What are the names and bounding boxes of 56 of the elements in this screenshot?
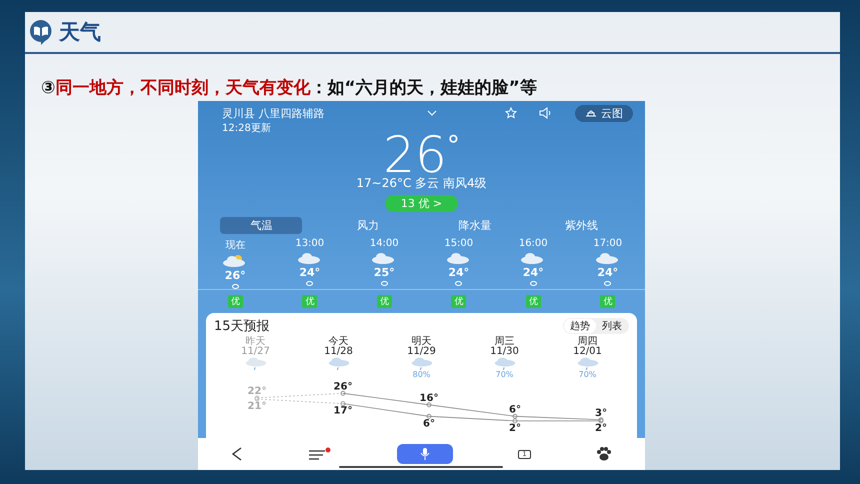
- day-label: 今天: [328, 337, 348, 347]
- high-temperature: 6°: [509, 404, 521, 416]
- hour-label: 现在: [225, 239, 246, 252]
- air-quality-tag: 优: [302, 295, 318, 308]
- high-temperature: 22°: [248, 386, 266, 397]
- cloud-map-button[interactable]: 云图: [575, 104, 633, 122]
- low-temperature: 21°: [248, 401, 266, 412]
- statement-text: ③同一地方，不同时刻，天气有变化：如“六月的天，娃娃的脸”等: [41, 77, 538, 99]
- date-label: 11/30: [490, 347, 519, 357]
- slide-title: 天气: [59, 19, 101, 46]
- date-label: 11/28: [324, 347, 353, 357]
- hour-temperature: 26°: [224, 269, 246, 282]
- rain-chance: 70%: [578, 371, 596, 379]
- forecast-title: 15天预报: [214, 318, 270, 335]
- hour-temperature: 24°: [299, 266, 320, 279]
- air-quality-tag: 优: [451, 295, 466, 308]
- rain-chance: 70%: [496, 371, 514, 379]
- current-temperature: 26: [383, 133, 447, 173]
- degree-sign: °: [446, 133, 460, 163]
- hour-label: 14:00: [370, 238, 399, 249]
- chart-tab[interactable]: 风力: [327, 217, 410, 234]
- view-option[interactable]: 列表: [596, 319, 628, 333]
- high-temperature: 26°: [334, 381, 352, 392]
- day-label: 明天: [412, 337, 432, 347]
- hour-label: 17:00: [593, 238, 622, 249]
- high-temperature: 3°: [595, 408, 607, 419]
- weather-summary: 17~26°C 多云 南风4级: [355, 175, 488, 192]
- hour-temperature: 24°: [448, 266, 470, 279]
- date-label: 12/01: [573, 347, 602, 357]
- chart-tab[interactable]: 紫外线: [540, 217, 623, 234]
- location-label[interactable]: 灵川县 八里四路辅路: [222, 106, 479, 120]
- high-temperature: 16°: [420, 392, 438, 404]
- hour-label: 13:00: [295, 238, 324, 249]
- day-label: 周三: [494, 337, 514, 347]
- low-temperature: 2°: [509, 422, 521, 433]
- view-option[interactable]: 趋势: [564, 319, 596, 333]
- hour-temperature: 24°: [522, 266, 544, 279]
- low-temperature: 17°: [334, 406, 352, 417]
- day-label: 周四: [578, 337, 598, 347]
- day-label: 昨天: [246, 337, 266, 347]
- air-quality-tag: 优: [376, 295, 392, 308]
- air-quality-tag: 优: [526, 295, 541, 308]
- update-time: 12:28更新: [221, 122, 272, 133]
- hour-label: 15:00: [444, 238, 474, 249]
- date-label: 11/29: [407, 347, 436, 357]
- chart-tab[interactable]: 降水量: [434, 217, 516, 234]
- low-temperature: 2°: [595, 422, 607, 433]
- air-quality-tag: 优: [228, 295, 243, 308]
- chart-tab[interactable]: 气温: [220, 217, 302, 234]
- date-label: 11/27: [241, 347, 270, 357]
- low-temperature: 6°: [423, 418, 435, 430]
- hour-label: 16:00: [518, 238, 548, 249]
- hour-temperature: 25°: [374, 266, 395, 279]
- hour-temperature: 24°: [597, 266, 618, 279]
- air-quality-tag: 优: [600, 295, 616, 308]
- rain-chance: 80%: [412, 371, 430, 379]
